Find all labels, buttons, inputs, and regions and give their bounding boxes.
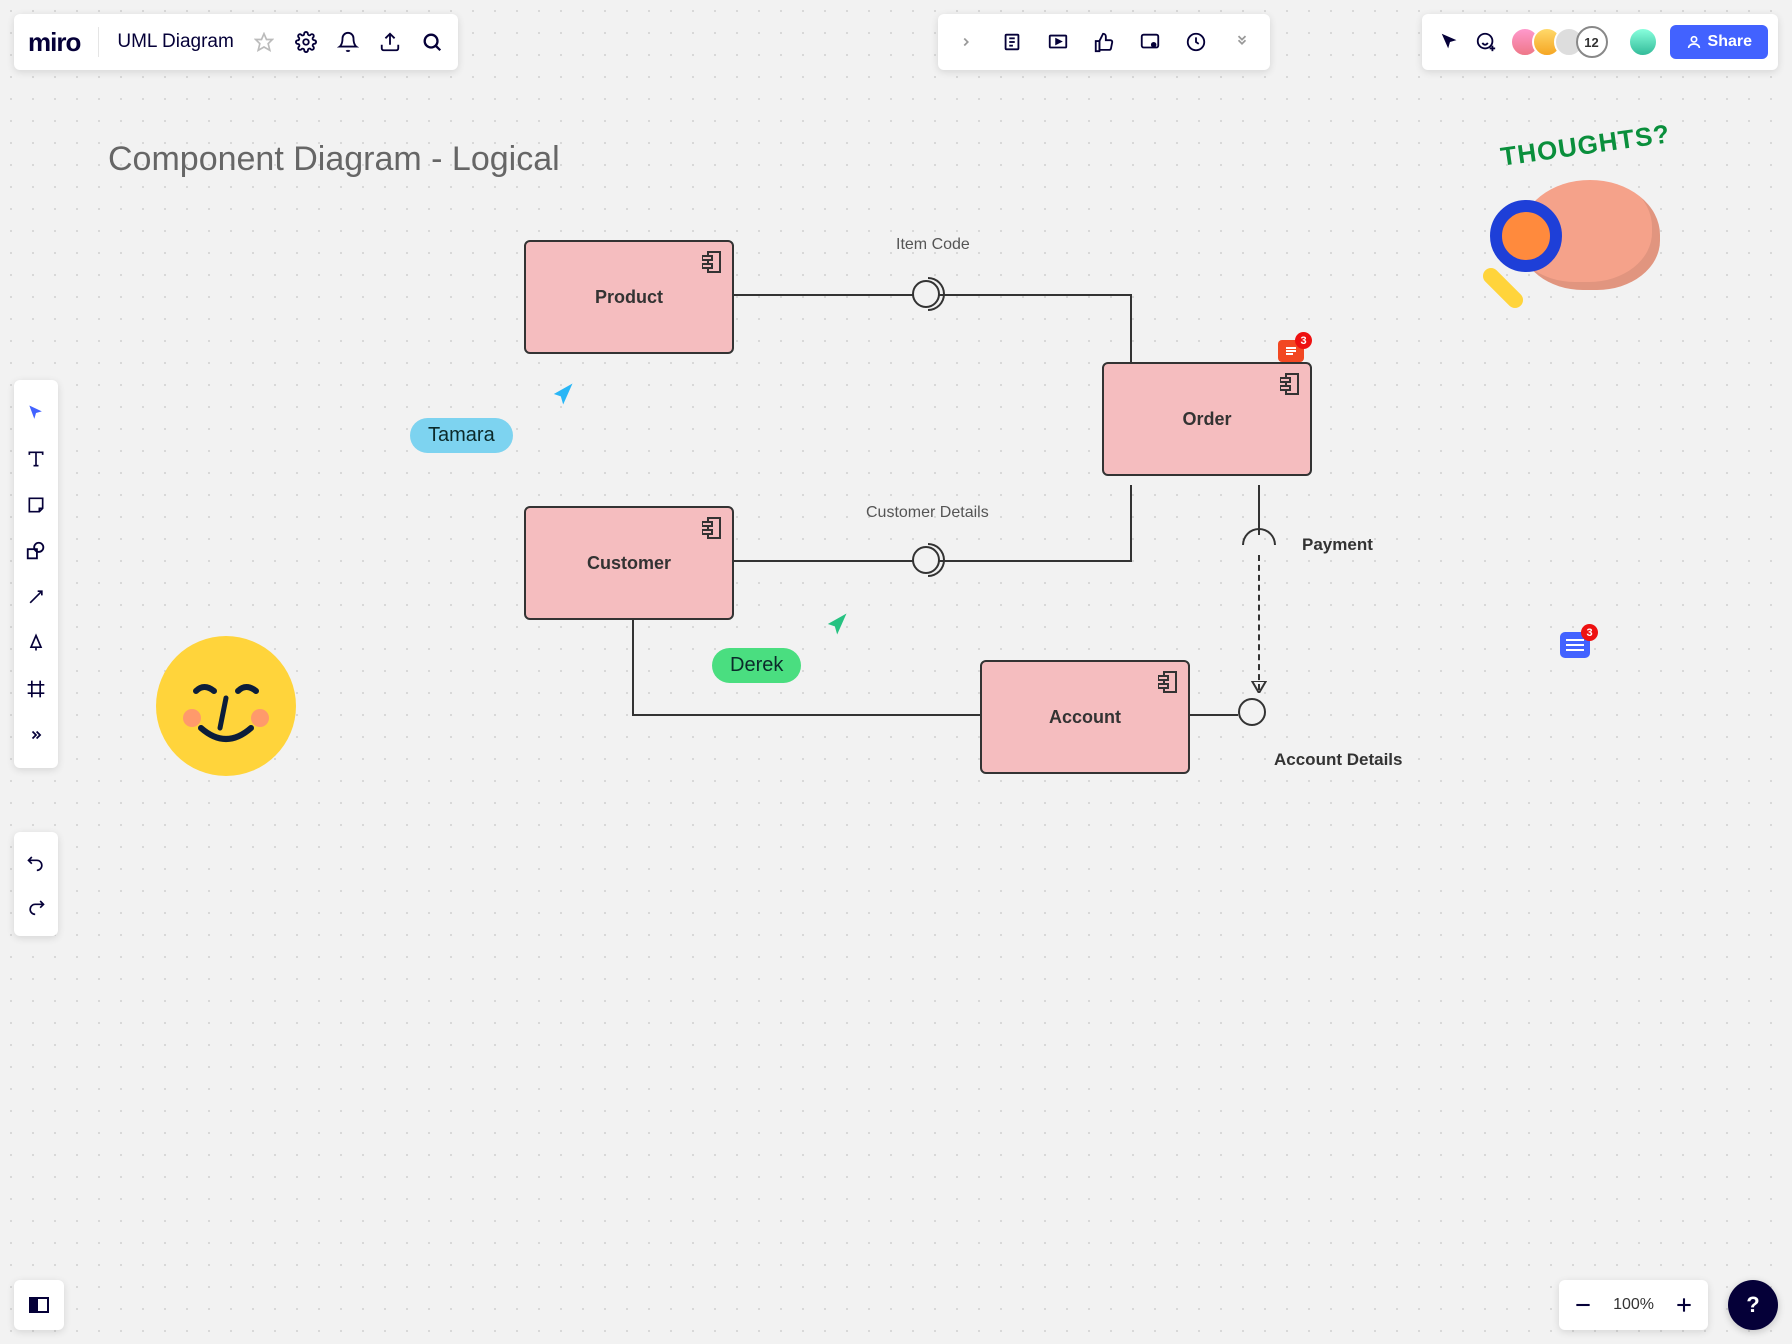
chevron-right-icon[interactable] bbox=[954, 30, 978, 54]
share-button[interactable]: Share bbox=[1670, 25, 1768, 59]
tool-panel bbox=[14, 380, 58, 768]
zoom-in-button[interactable] bbox=[1674, 1295, 1694, 1315]
chat-count-badge: 3 bbox=[1581, 624, 1598, 641]
component-customer[interactable]: Customer bbox=[524, 506, 734, 620]
miro-logo[interactable]: miro bbox=[28, 27, 80, 58]
timer-icon[interactable] bbox=[1184, 30, 1208, 54]
settings-icon[interactable] bbox=[294, 30, 318, 54]
frame-tool[interactable] bbox=[14, 666, 58, 712]
component-product[interactable]: Product bbox=[524, 240, 734, 354]
pen-tool[interactable] bbox=[14, 620, 58, 666]
more-tools[interactable] bbox=[14, 712, 58, 758]
connector-line[interactable] bbox=[1190, 714, 1238, 716]
topbar-center bbox=[938, 14, 1270, 70]
connector-label[interactable]: Customer Details bbox=[866, 504, 989, 522]
hide-frames-icon[interactable] bbox=[1000, 30, 1024, 54]
connector-line[interactable] bbox=[632, 620, 634, 715]
cursor-tracking-icon[interactable] bbox=[1438, 30, 1462, 54]
line-tool[interactable] bbox=[14, 574, 58, 620]
component-icon bbox=[1158, 670, 1178, 694]
search-icon[interactable] bbox=[420, 30, 444, 54]
chat-indicator[interactable]: 3 bbox=[1560, 632, 1590, 658]
undo-button[interactable] bbox=[14, 840, 58, 884]
connector-label[interactable]: Item Code bbox=[896, 236, 970, 254]
minimap-button[interactable] bbox=[14, 1280, 64, 1330]
bell-icon[interactable] bbox=[336, 30, 360, 54]
presentation-icon[interactable] bbox=[1046, 30, 1070, 54]
smiley-sticker[interactable] bbox=[156, 636, 296, 776]
arrowhead-icon bbox=[1251, 681, 1267, 693]
more-icon[interactable] bbox=[1230, 30, 1254, 54]
comment-count-badge: 3 bbox=[1295, 332, 1312, 349]
connector-dashed[interactable] bbox=[1258, 555, 1260, 690]
cursor-label-derek: Derek bbox=[712, 648, 801, 683]
select-tool[interactable] bbox=[14, 390, 58, 436]
component-icon bbox=[1280, 372, 1300, 396]
cursor-label-tamara: Tamara bbox=[410, 418, 513, 453]
text-tool[interactable] bbox=[14, 436, 58, 482]
export-icon[interactable] bbox=[378, 30, 402, 54]
component-label: Product bbox=[595, 287, 663, 308]
help-button[interactable]: ? bbox=[1728, 1280, 1778, 1330]
cursor-pointer-icon bbox=[822, 610, 850, 638]
cursor-pointer-icon bbox=[548, 380, 576, 408]
connector-label[interactable]: Payment bbox=[1302, 535, 1373, 555]
component-account[interactable]: Account bbox=[980, 660, 1190, 774]
shape-tool[interactable] bbox=[14, 528, 58, 574]
thoughts-sticker[interactable]: THOUGHTS? bbox=[1460, 130, 1680, 310]
share-label: Share bbox=[1708, 33, 1752, 51]
comment-mode-icon[interactable] bbox=[1138, 30, 1162, 54]
topbar-left: miro UML Diagram bbox=[14, 14, 458, 70]
component-icon bbox=[702, 250, 722, 274]
star-icon[interactable] bbox=[252, 30, 276, 54]
undo-panel bbox=[14, 832, 58, 936]
component-label: Order bbox=[1182, 409, 1231, 430]
interface-ball[interactable] bbox=[1238, 698, 1266, 726]
participant-avatars[interactable]: 12 bbox=[1510, 26, 1608, 58]
connector-line[interactable] bbox=[632, 714, 982, 716]
component-label: Customer bbox=[587, 553, 671, 574]
connector-label[interactable]: Account Details bbox=[1274, 750, 1402, 770]
thumbs-up-icon[interactable] bbox=[1092, 30, 1116, 54]
topbar-right: 12 Share bbox=[1422, 14, 1778, 70]
board-title[interactable]: UML Diagram bbox=[117, 31, 234, 53]
zoom-out-button[interactable] bbox=[1573, 1295, 1593, 1315]
component-icon bbox=[702, 516, 722, 540]
current-user-avatar[interactable] bbox=[1628, 27, 1658, 57]
zoom-level[interactable]: 100% bbox=[1613, 1296, 1654, 1314]
component-order[interactable]: Order bbox=[1102, 362, 1312, 476]
connector-line[interactable] bbox=[1130, 485, 1132, 560]
redo-button[interactable] bbox=[14, 884, 58, 928]
zoom-controls: 100% bbox=[1559, 1280, 1708, 1330]
divider bbox=[98, 27, 99, 57]
comment-indicator[interactable]: 3 bbox=[1278, 340, 1304, 362]
avatar-overflow-count[interactable]: 12 bbox=[1576, 26, 1608, 58]
component-label: Account bbox=[1049, 707, 1121, 728]
canvas-title[interactable]: Component Diagram - Logical bbox=[108, 140, 560, 179]
sticky-tool[interactable] bbox=[14, 482, 58, 528]
reactions-icon[interactable] bbox=[1474, 30, 1498, 54]
connector-line[interactable] bbox=[1130, 294, 1132, 364]
